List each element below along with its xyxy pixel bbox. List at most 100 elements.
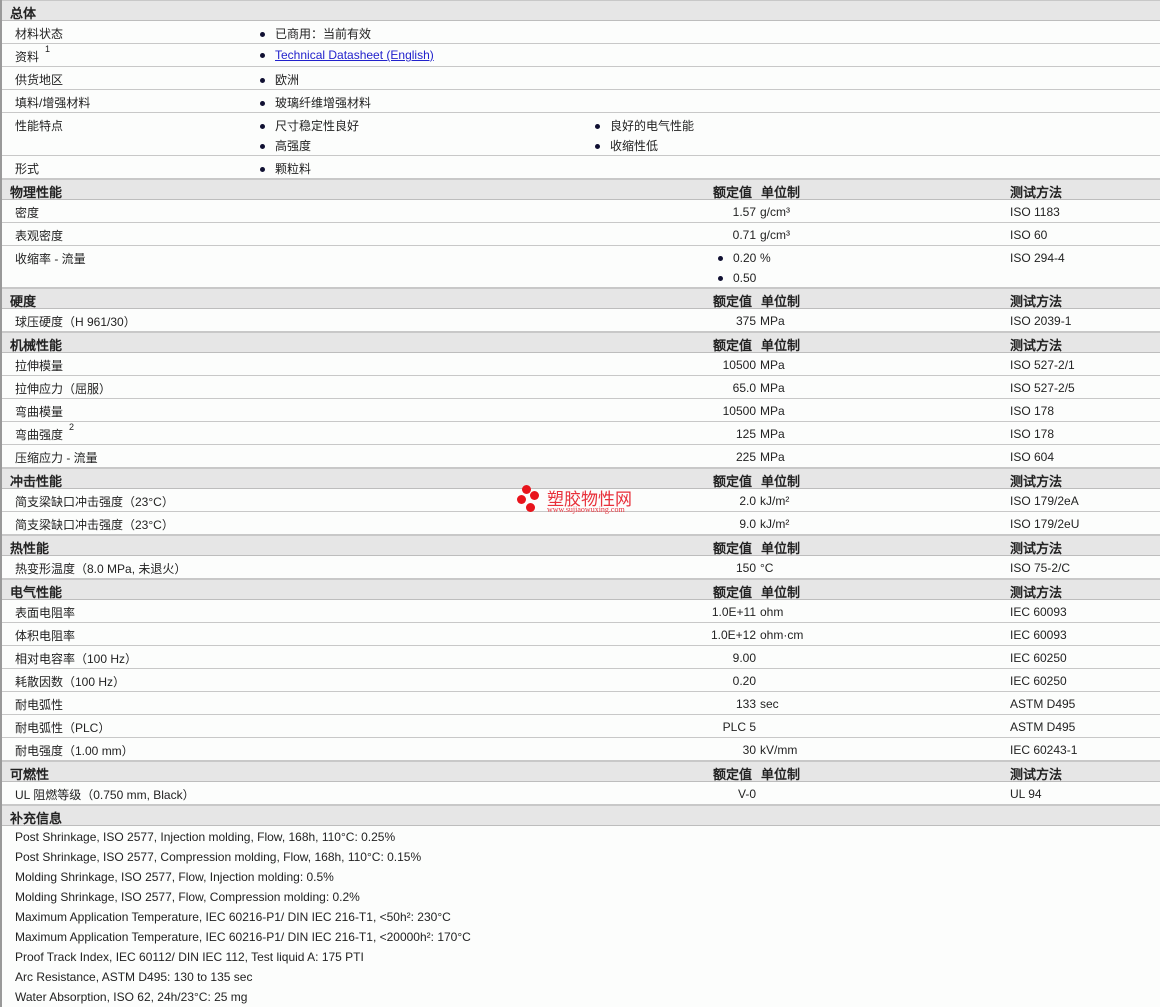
datasheet: 总体 材料状态 已商用：当前有效 资料 1 Technical Datasheet (En…	[0, 0, 1160, 1007]
section-title: 总体	[10, 6, 37, 21]
value-text: 收缩性低	[610, 139, 659, 153]
col-header-unit: 单位制	[761, 767, 801, 782]
property-value: 1.0E+11	[711, 605, 756, 619]
section-header: 总体	[2, 0, 1160, 21]
property-value: 10500	[722, 358, 756, 372]
col-header-method: 测试方法	[1010, 338, 1063, 353]
section-header: 电气性能 额定值 单位制 测试方法	[2, 579, 1160, 600]
property-unit: %	[760, 251, 771, 265]
supplementary-line: Water Absorption, ISO 62, 24h/23°C: 25 m…	[15, 990, 248, 1004]
property-row: 耗散因数（100 Hz） 0.20 IEC 60250	[2, 669, 1160, 692]
col-header-value: 额定值	[713, 585, 753, 600]
property-label: 收缩率 - 流量	[15, 252, 86, 266]
test-method: ISO 294-4	[1010, 251, 1065, 265]
supplementary-info: Post Shrinkage, ISO 2577, Injection mold…	[2, 826, 1160, 1007]
section-title: 冲击性能	[10, 474, 63, 489]
value-text: 高强度	[275, 139, 312, 153]
row-label: 形式	[15, 162, 40, 176]
value-text: 良好的电气性能	[610, 119, 695, 133]
property-label: UL 阻燃等级（0.750 mm, Black）	[15, 788, 195, 802]
bullet-icon	[260, 167, 265, 173]
col-header-method: 测试方法	[1010, 474, 1063, 489]
datasheet-link[interactable]: Technical Datasheet (English)	[275, 48, 434, 62]
section-header: 机械性能 额定值 单位制 测试方法	[2, 332, 1160, 353]
col-header-unit: 单位制	[761, 541, 801, 556]
property-label: 弯曲模量	[15, 405, 64, 419]
property-unit: kV/mm	[760, 743, 798, 757]
test-method: UL 94	[1010, 787, 1042, 801]
test-method: ISO 179/2eA	[1010, 494, 1079, 508]
col-header-value: 额定值	[713, 294, 753, 309]
property-label: 表面电阻率	[15, 606, 76, 620]
section-header: 硬度 额定值 单位制 测试方法	[2, 288, 1160, 309]
general-row: 形式 颗粒料	[2, 156, 1160, 179]
bullet-icon	[260, 32, 265, 38]
supplementary-line: Maximum Application Temperature, IEC 602…	[15, 930, 471, 944]
property-row: 球压硬度（H 961/30） 375 MPa ISO 2039-1	[2, 309, 1160, 332]
property-value: 375	[735, 314, 756, 328]
property-label: 压缩应力 - 流量	[15, 451, 98, 465]
general-row: 资料 1 Technical Datasheet (English)	[2, 44, 1160, 67]
test-method: ISO 527-2/5	[1010, 381, 1075, 395]
property-row: 简支梁缺口冲击强度（23°C） 9.0 kJ/m² ISO 179/2eU	[2, 512, 1160, 535]
property-unit: ohm	[760, 605, 784, 619]
footnote-marker: 2	[69, 422, 75, 432]
test-method: ISO 179/2eU	[1010, 517, 1080, 531]
property-unit: kJ/m²	[760, 517, 790, 531]
property-label: 简支梁缺口冲击强度（23°C）	[15, 495, 174, 509]
property-unit: MPa	[760, 450, 785, 464]
row-label: 性能特点	[15, 119, 64, 133]
test-method: ASTM D495	[1010, 720, 1076, 734]
test-method: ISO 75-2/C	[1010, 561, 1071, 575]
col-header-value: 额定值	[713, 474, 753, 489]
property-unit: g/cm³	[760, 228, 790, 242]
supplementary-line: Post Shrinkage, ISO 2577, Compression mo…	[15, 850, 422, 864]
section-header: 物理性能 额定值 单位制 测试方法	[2, 179, 1160, 200]
property-label: 球压硬度（H 961/30）	[15, 315, 136, 329]
bullet-icon	[260, 144, 265, 150]
property-row: 体积电阻率 1.0E+12 ohm·cm IEC 60093	[2, 623, 1160, 646]
property-value: 0.71	[732, 228, 756, 242]
property-row: 拉伸应力（屈服） 65.0 MPa ISO 527-2/5	[2, 376, 1160, 399]
bullet-icon	[718, 256, 723, 262]
property-value: 225	[735, 450, 756, 464]
section-header: 可燃性 额定值 单位制 测试方法	[2, 761, 1160, 782]
property-value: 133	[735, 697, 756, 711]
property-value: 150	[735, 561, 756, 575]
test-method: ISO 178	[1010, 427, 1055, 441]
property-value: 9.00	[732, 651, 756, 665]
property-value: PLC 5	[722, 720, 756, 734]
property-row: 简支梁缺口冲击强度（23°C） 2.0 kJ/m² ISO 179/2eA	[2, 489, 1160, 512]
property-label: 拉伸模量	[15, 359, 64, 373]
value-text: 0.50	[733, 271, 757, 285]
col-header-method: 测试方法	[1010, 585, 1063, 600]
property-unit: g/cm³	[760, 205, 790, 219]
property-row: 弯曲模量 10500 MPa ISO 178	[2, 399, 1160, 422]
row-label: 填料/增强材料	[15, 96, 91, 110]
test-method: ISO 604	[1010, 450, 1055, 464]
test-method: ISO 1183	[1010, 205, 1060, 219]
section-title: 补充信息	[10, 811, 63, 826]
property-label: 表观密度	[15, 229, 64, 243]
property-label: 耗散因数（100 Hz）	[15, 675, 126, 689]
test-method: IEC 60250	[1010, 674, 1067, 688]
property-unit: MPa	[760, 358, 785, 372]
bullet-icon	[260, 101, 265, 107]
property-unit: MPa	[760, 314, 785, 328]
col-header-value: 额定值	[713, 338, 753, 353]
general-row: 性能特点 尺寸稳定性良好 高强度 良好的电气性能 收缩性低	[2, 113, 1160, 156]
property-value: 125	[735, 427, 756, 441]
property-value: 0.20	[718, 251, 756, 265]
property-label: 体积电阻率	[15, 629, 76, 643]
supplementary-line: Molding Shrinkage, ISO 2577, Flow, Injec…	[15, 870, 334, 884]
row-label: 材料状态	[15, 27, 64, 41]
row-value: Technical Datasheet (English)	[260, 48, 434, 62]
property-row: 收缩率 - 流量 0.20 0.50% ISO 294-4	[2, 246, 1160, 288]
property-value: 0.20	[732, 674, 756, 688]
property-value: 1.57	[732, 205, 756, 219]
property-row: 耐电弧性 133 sec ASTM D495	[2, 692, 1160, 715]
col-header-method: 测试方法	[1010, 294, 1063, 309]
value-text: 欧洲	[275, 73, 300, 87]
property-value: 30	[742, 743, 756, 757]
bullet-icon	[595, 144, 600, 150]
